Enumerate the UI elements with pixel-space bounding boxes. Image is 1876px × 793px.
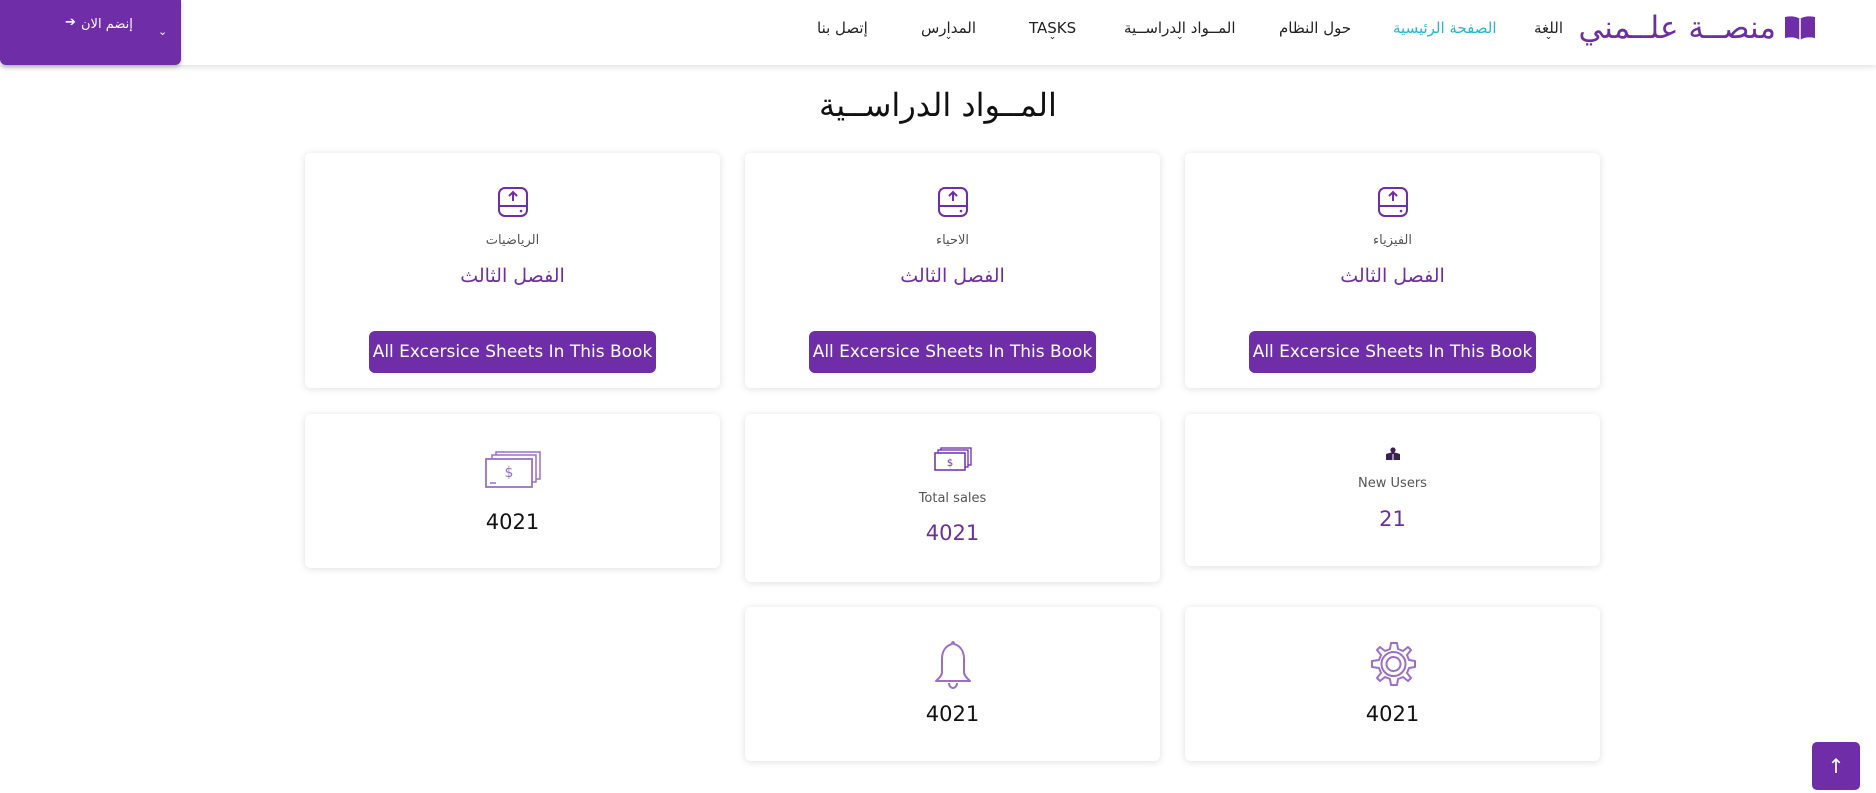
stat-card-settings: 4021	[1185, 607, 1600, 761]
stat-value: 4021	[1365, 702, 1420, 726]
term-name: الفصل الثالث	[900, 265, 1005, 287]
nav-home-label: الصفحة الرئيسية	[1393, 19, 1497, 37]
chevron-down-icon[interactable]: ⌄	[158, 25, 167, 38]
brand-logo[interactable]: منصــة علــمني	[1578, 8, 1816, 48]
upload-drive-icon	[497, 187, 528, 217]
stat-value: 21	[1379, 507, 1406, 531]
nav-about-label: حول النظام	[1279, 19, 1352, 37]
nav-tasks[interactable]: TASKS ⌄	[1029, 19, 1076, 42]
stat-label: Total sales	[918, 491, 987, 506]
nav-subjects[interactable]: المــواد الدراســية ⌄	[1124, 19, 1236, 42]
exercise-sheets-button[interactable]: All Excersice Sheets In This Book	[369, 331, 656, 373]
term-name: الفصل الثالث	[1340, 265, 1445, 287]
upload-drive-icon	[1377, 187, 1408, 217]
stat-value: 4021	[925, 702, 980, 726]
page-title: المــواد الدراســية	[819, 86, 1057, 124]
gear-icon	[1370, 642, 1416, 686]
subject-name: الاحياء	[935, 233, 970, 248]
scroll-to-top-button[interactable]: ↑	[1812, 742, 1860, 790]
svg-text:$: $	[946, 458, 952, 469]
chevron-down-icon: ⌄	[1175, 32, 1184, 42]
bell-icon	[934, 641, 971, 689]
subject-name: الفيزياء	[1373, 233, 1412, 248]
arrow-right-icon: ➔	[65, 15, 76, 30]
brand-name: منصــة علــمني	[1578, 10, 1776, 46]
open-book-icon	[1785, 16, 1815, 40]
stat-card-total-sales: $ Total sales 4021	[745, 414, 1160, 582]
nav-contact[interactable]: إتصل بنا	[817, 19, 868, 37]
user-box-icon	[1385, 447, 1400, 460]
stat-card-money: $ 4021	[305, 414, 720, 568]
join-now-label: إنضم الان	[81, 17, 133, 32]
arrow-up-icon: ↑	[1827, 754, 1845, 778]
chevron-down-icon: ⌄	[944, 32, 953, 42]
nav-contact-label: إتصل بنا	[817, 19, 868, 37]
exercise-sheets-button[interactable]: All Excersice Sheets In This Book	[1249, 331, 1536, 373]
subject-card-physics: الفيزياء الفصل الثالث All Excersice Shee…	[1185, 153, 1600, 388]
stat-label: New Users	[1358, 476, 1427, 491]
nav-about[interactable]: حول النظام	[1279, 19, 1351, 37]
nav-language[interactable]: اللغة ⌄	[1534, 19, 1563, 42]
stat-card-notifications: 4021	[745, 607, 1160, 761]
upload-drive-icon	[937, 187, 968, 217]
chevron-down-icon: ⌄	[1048, 32, 1057, 42]
exercise-sheets-button[interactable]: All Excersice Sheets In This Book	[809, 331, 1096, 373]
subject-card-math: الرياضيات الفصل الثالث All Excersice She…	[305, 153, 720, 388]
svg-text:$: $	[504, 465, 513, 481]
join-now-button[interactable]: ➔ إنضم الان ⌄	[0, 0, 181, 65]
subject-card-biology: الاحياء الفصل الثالث All Excersice Sheet…	[745, 153, 1160, 388]
stat-card-new-users: New Users 21	[1185, 414, 1600, 566]
money-stack-icon: $	[484, 451, 541, 488]
nav-home[interactable]: الصفحة الرئيسية	[1393, 19, 1497, 37]
stat-value: 4021	[485, 510, 540, 534]
subject-name: الرياضيات	[485, 233, 540, 248]
money-stack-icon: $	[933, 447, 972, 471]
nav-schools[interactable]: المدارس ⌄	[921, 19, 976, 42]
chevron-down-icon: ⌄	[1544, 32, 1553, 42]
top-navbar: منصــة علــمني اللغة ⌄ الصفحة الرئيسية ح…	[0, 0, 1876, 65]
term-name: الفصل الثالث	[460, 265, 565, 287]
stat-value: 4021	[925, 521, 980, 545]
